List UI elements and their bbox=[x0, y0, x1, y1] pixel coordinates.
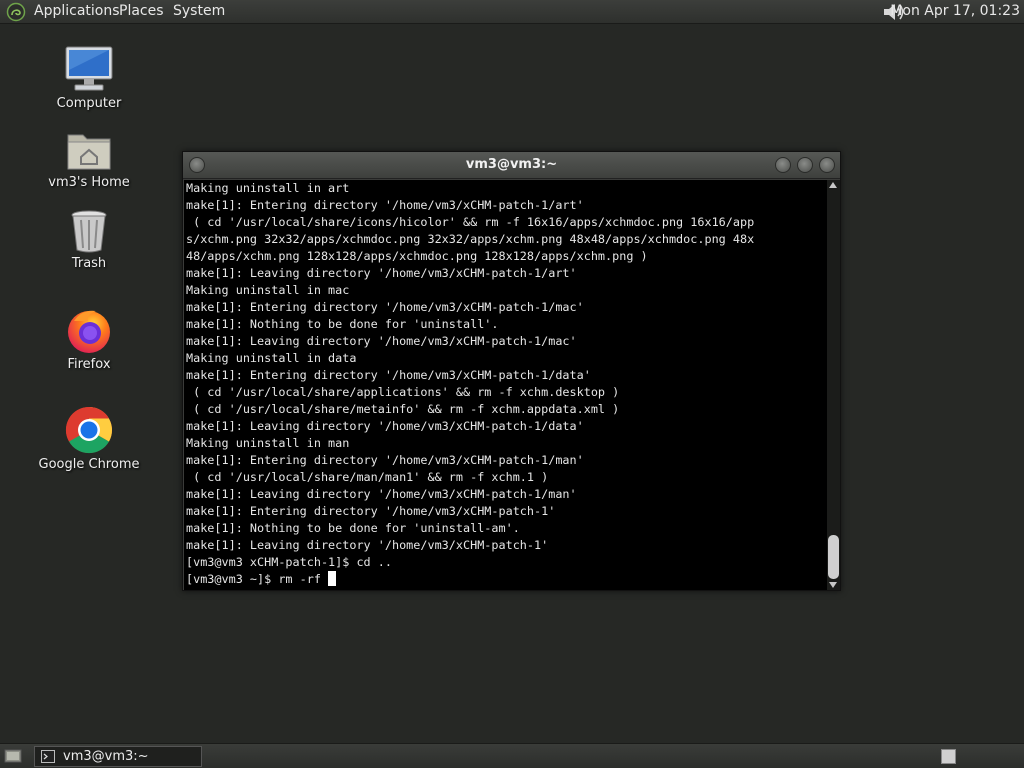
window-title: vm3@vm3:~ bbox=[465, 157, 558, 172]
terminal-line: Making uninstall in data bbox=[186, 351, 357, 365]
top-panel: Applications Places System Mon Apr 17, 0… bbox=[0, 0, 1024, 24]
terminal-prompt-line[interactable]: [vm3@vm3 ~]$ rm -rf bbox=[186, 571, 827, 588]
terminal-line: make[1]: Entering directory '/home/vm3/x… bbox=[186, 453, 584, 467]
close-button[interactable] bbox=[819, 157, 835, 173]
minimize-button[interactable] bbox=[775, 157, 791, 173]
desktop-icon-home[interactable]: vm3's Home bbox=[29, 127, 149, 190]
terminal-line: ( cd '/usr/local/share/applications' && … bbox=[186, 385, 620, 399]
show-desktop-icon[interactable] bbox=[4, 748, 22, 764]
bottom-panel: vm3@vm3:~ bbox=[0, 743, 1024, 768]
terminal-line: make[1]: Entering directory '/home/vm3/x… bbox=[186, 198, 584, 212]
terminal-line: 48/apps/xchm.png 128x128/apps/xchmdoc.pn… bbox=[186, 249, 648, 263]
terminal-line: make[1]: Entering directory '/home/vm3/x… bbox=[186, 300, 584, 314]
desktop-icon-trash[interactable]: Trash bbox=[29, 208, 149, 271]
taskbar-button-label: vm3@vm3:~ bbox=[63, 749, 149, 764]
terminal-line: make[1]: Entering directory '/home/vm3/x… bbox=[186, 504, 556, 518]
workspace-switcher[interactable] bbox=[941, 749, 956, 764]
terminal-line: make[1]: Leaving directory '/home/vm3/xC… bbox=[186, 419, 584, 433]
desktop-icon-label: vm3's Home bbox=[48, 175, 130, 190]
window-titlebar[interactable]: vm3@vm3:~ bbox=[183, 152, 840, 179]
applications-menu[interactable]: Applications bbox=[34, 3, 120, 19]
terminal-line: s/xchm.png 32x32/apps/xchmdoc.png 32x32/… bbox=[186, 232, 755, 246]
taskbar-button-terminal[interactable]: vm3@vm3:~ bbox=[34, 746, 202, 767]
terminal-window[interactable]: vm3@vm3:~ Making uninstall in art make[1]… bbox=[182, 151, 841, 591]
desktop-icon-label: Firefox bbox=[67, 357, 111, 372]
terminal-line: make[1]: Leaving directory '/home/vm3/xC… bbox=[186, 334, 577, 348]
desktop-icon-firefox[interactable]: Firefox bbox=[29, 305, 149, 372]
system-menu[interactable]: System bbox=[173, 3, 225, 19]
terminal-line: ( cd '/usr/local/share/icons/hicolor' &&… bbox=[186, 215, 755, 229]
terminal-line: Making uninstall in man bbox=[186, 436, 350, 450]
scroll-up-arrow-icon[interactable] bbox=[829, 182, 837, 188]
maximize-button[interactable] bbox=[797, 157, 813, 173]
vertical-scrollbar[interactable] bbox=[827, 180, 840, 590]
terminal-line: Making uninstall in mac bbox=[186, 283, 350, 297]
terminal-line: ( cd '/usr/local/share/metainfo' && rm -… bbox=[186, 402, 620, 416]
chrome-icon bbox=[65, 406, 113, 454]
terminal-prompt: [vm3@vm3 ~]$ rm -rf bbox=[186, 572, 329, 586]
terminal-output[interactable]: Making uninstall in art make[1]: Entering… bbox=[184, 180, 827, 590]
text-cursor bbox=[328, 571, 337, 586]
terminal-line: make[1]: Leaving directory '/home/vm3/xC… bbox=[186, 266, 577, 280]
terminal-line: make[1]: Entering directory '/home/vm3/x… bbox=[186, 368, 591, 382]
home-folder-icon bbox=[67, 134, 111, 170]
computer-icon bbox=[65, 46, 113, 91]
scroll-down-arrow-icon[interactable] bbox=[829, 582, 837, 588]
clock[interactable]: Mon Apr 17, 01:23 bbox=[890, 3, 1020, 19]
terminal-line: Making uninstall in art bbox=[186, 181, 350, 195]
terminal-line: make[1]: Nothing to be done for 'uninsta… bbox=[186, 317, 499, 331]
terminal-line: [vm3@vm3 xCHM-patch-1]$ cd .. bbox=[186, 555, 392, 569]
desktop-icon-label: Computer bbox=[56, 96, 122, 111]
terminal-icon bbox=[41, 750, 55, 763]
terminal-line: make[1]: Leaving directory '/home/vm3/xC… bbox=[186, 538, 549, 552]
terminal-line: make[1]: Nothing to be done for 'uninsta… bbox=[186, 521, 520, 535]
terminal-line: make[1]: Leaving directory '/home/vm3/xC… bbox=[186, 487, 577, 501]
places-menu[interactable]: Places bbox=[119, 3, 164, 19]
desktop-icon-label: Google Chrome bbox=[38, 457, 140, 472]
terminal-text: Making uninstall in art make[1]: Entering… bbox=[184, 180, 827, 588]
terminal-line: ( cd '/usr/local/share/man/man1' && rm -… bbox=[186, 470, 549, 484]
desktop-icon-label: Trash bbox=[71, 256, 107, 271]
firefox-icon bbox=[68, 310, 110, 353]
trash-icon bbox=[71, 210, 107, 253]
desktop-icon-chrome[interactable]: Google Chrome bbox=[29, 405, 149, 472]
scrollbar-thumb[interactable] bbox=[828, 535, 839, 579]
distro-logo-icon[interactable] bbox=[6, 2, 26, 22]
desktop-icon-computer[interactable]: Computer bbox=[29, 44, 149, 111]
